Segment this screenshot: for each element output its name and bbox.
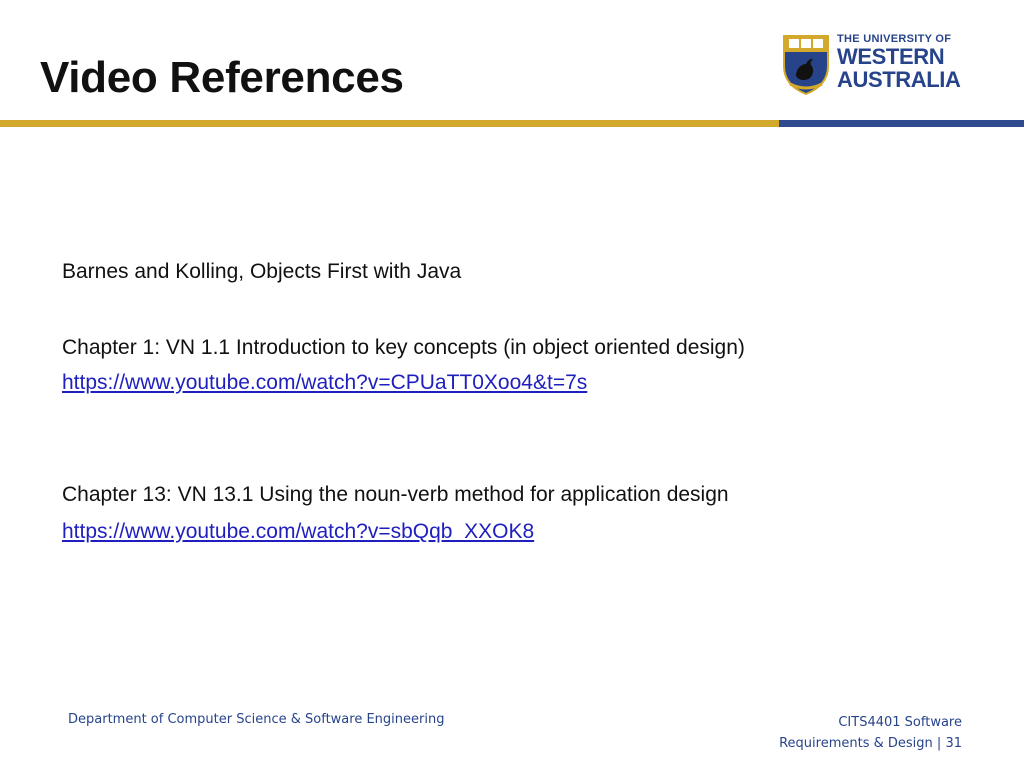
- page-number: 31: [945, 736, 962, 751]
- crest-icon: [783, 35, 829, 96]
- footer-course: CITS4401 Software Requirements & Design …: [702, 712, 962, 754]
- logo-wordmark: THE UNIVERSITY OF WESTERN AUSTRALIA: [837, 30, 962, 91]
- footer-course-name: Requirements & Design: [779, 736, 933, 751]
- chapter-13-title: Chapter 13: VN 13.1 Using the noun-verb …: [62, 483, 729, 506]
- university-logo: THE UNIVERSITY OF WESTERN AUSTRALIA: [780, 30, 962, 98]
- chapter-1-title: Chapter 1: VN 1.1 Introduction to key co…: [62, 336, 745, 359]
- slide: Video References THE UNIVERSITY OF WESTE…: [0, 0, 1024, 768]
- book-reference: Barnes and Kolling, Objects First with J…: [62, 260, 462, 283]
- footer-department: Department of Computer Science & Softwar…: [68, 712, 445, 727]
- chapter-1-video-link[interactable]: https://www.youtube.com/watch?v=CPUaTT0X…: [62, 371, 587, 395]
- footer-course-line-1: CITS4401 Software: [838, 715, 962, 730]
- footer-course-line-2: Requirements & Design | 31: [702, 733, 962, 754]
- slide-title: Video References: [40, 53, 404, 102]
- header-rule-gold: [0, 120, 779, 127]
- logo-line-2: WESTERN: [837, 44, 945, 69]
- chapter-13-video-link[interactable]: https://www.youtube.com/watch?v=sbQqb_XX…: [62, 520, 534, 544]
- footer-separator: |: [936, 736, 942, 751]
- header-rule-blue: [779, 120, 1024, 127]
- logo-line-3: AUSTRALIA: [837, 67, 961, 92]
